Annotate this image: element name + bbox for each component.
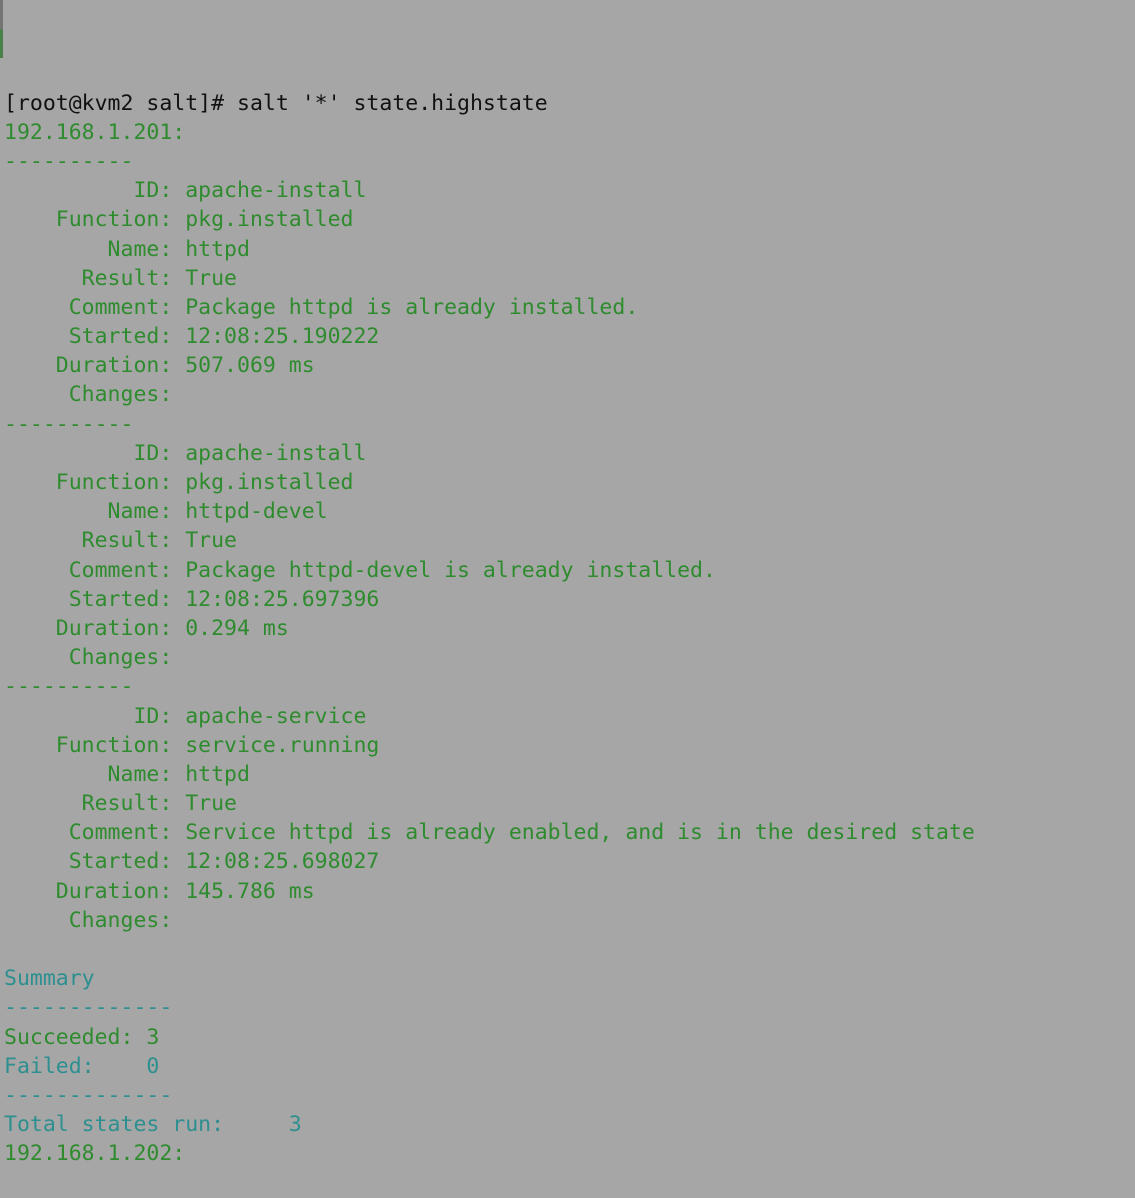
- line-s3-result: Result: True: [4, 791, 237, 817]
- line-minion-201: 192.168.1.201:: [4, 119, 186, 145]
- line-succeeded: Succeeded: 3: [4, 1024, 160, 1050]
- line-sep-2: ----------: [4, 411, 134, 437]
- line-sep-1: ----------: [4, 148, 134, 174]
- line-summary-head: Summary: [4, 966, 95, 992]
- line-s1-comment: Comment: Package httpd is already instal…: [4, 294, 639, 320]
- line-s1-duration: Duration: 507.069 ms: [4, 353, 315, 379]
- line-s3-duration: Duration: 145.786 ms: [4, 878, 315, 904]
- line-blank-1: [4, 935, 1135, 964]
- line-total: Total states run: 3: [4, 1112, 302, 1138]
- line-s3-started: Started: 12:08:25.698027: [4, 849, 380, 875]
- line-s2-started: Started: 12:08:25.697396: [4, 586, 380, 612]
- line-s2-changes: Changes:: [4, 645, 173, 671]
- terminal-window[interactable]: [root@kvm2 salt]# salt '*' state.highsta…: [0, 0, 1135, 1166]
- line-s1-changes: Changes:: [4, 382, 173, 408]
- line-s2-duration: Duration: 0.294 ms: [4, 615, 289, 641]
- line-s2-name: Name: httpd-devel: [4, 499, 328, 525]
- line-s2-id: ID: apache-install: [4, 440, 367, 466]
- terminal-output: [root@kvm2 salt]# salt '*' state.highsta…: [4, 89, 1135, 1169]
- line-s1-id: ID: apache-install: [4, 178, 367, 204]
- line-s3-comment: Comment: Service httpd is already enable…: [4, 820, 975, 846]
- line-s2-comment: Comment: Package httpd-devel is already …: [4, 557, 716, 583]
- line-s3-function: Function: service.running: [4, 732, 380, 758]
- line-s3-changes: Changes:: [4, 907, 173, 933]
- line-sep-3: ----------: [4, 674, 134, 700]
- line-s1-name: Name: httpd: [4, 236, 250, 262]
- line-command: [root@kvm2 salt]# salt '*' state.highsta…: [4, 90, 548, 116]
- line-summary-sep-1: -------------: [4, 995, 173, 1021]
- line-s3-id: ID: apache-service: [4, 703, 367, 729]
- line-s2-function: Function: pkg.installed: [4, 470, 354, 496]
- line-s3-name: Name: httpd: [4, 761, 250, 787]
- line-summary-sep-2: -------------: [4, 1082, 173, 1108]
- line-s1-result: Result: True: [4, 265, 237, 291]
- scrollback-edge-marker: [0, 0, 3, 58]
- line-s1-started: Started: 12:08:25.190222: [4, 324, 380, 350]
- line-minion-202: 192.168.1.202:: [4, 1141, 186, 1167]
- line-s1-function: Function: pkg.installed: [4, 207, 354, 233]
- line-failed: Failed: 0: [4, 1053, 160, 1079]
- line-s2-result: Result: True: [4, 528, 237, 554]
